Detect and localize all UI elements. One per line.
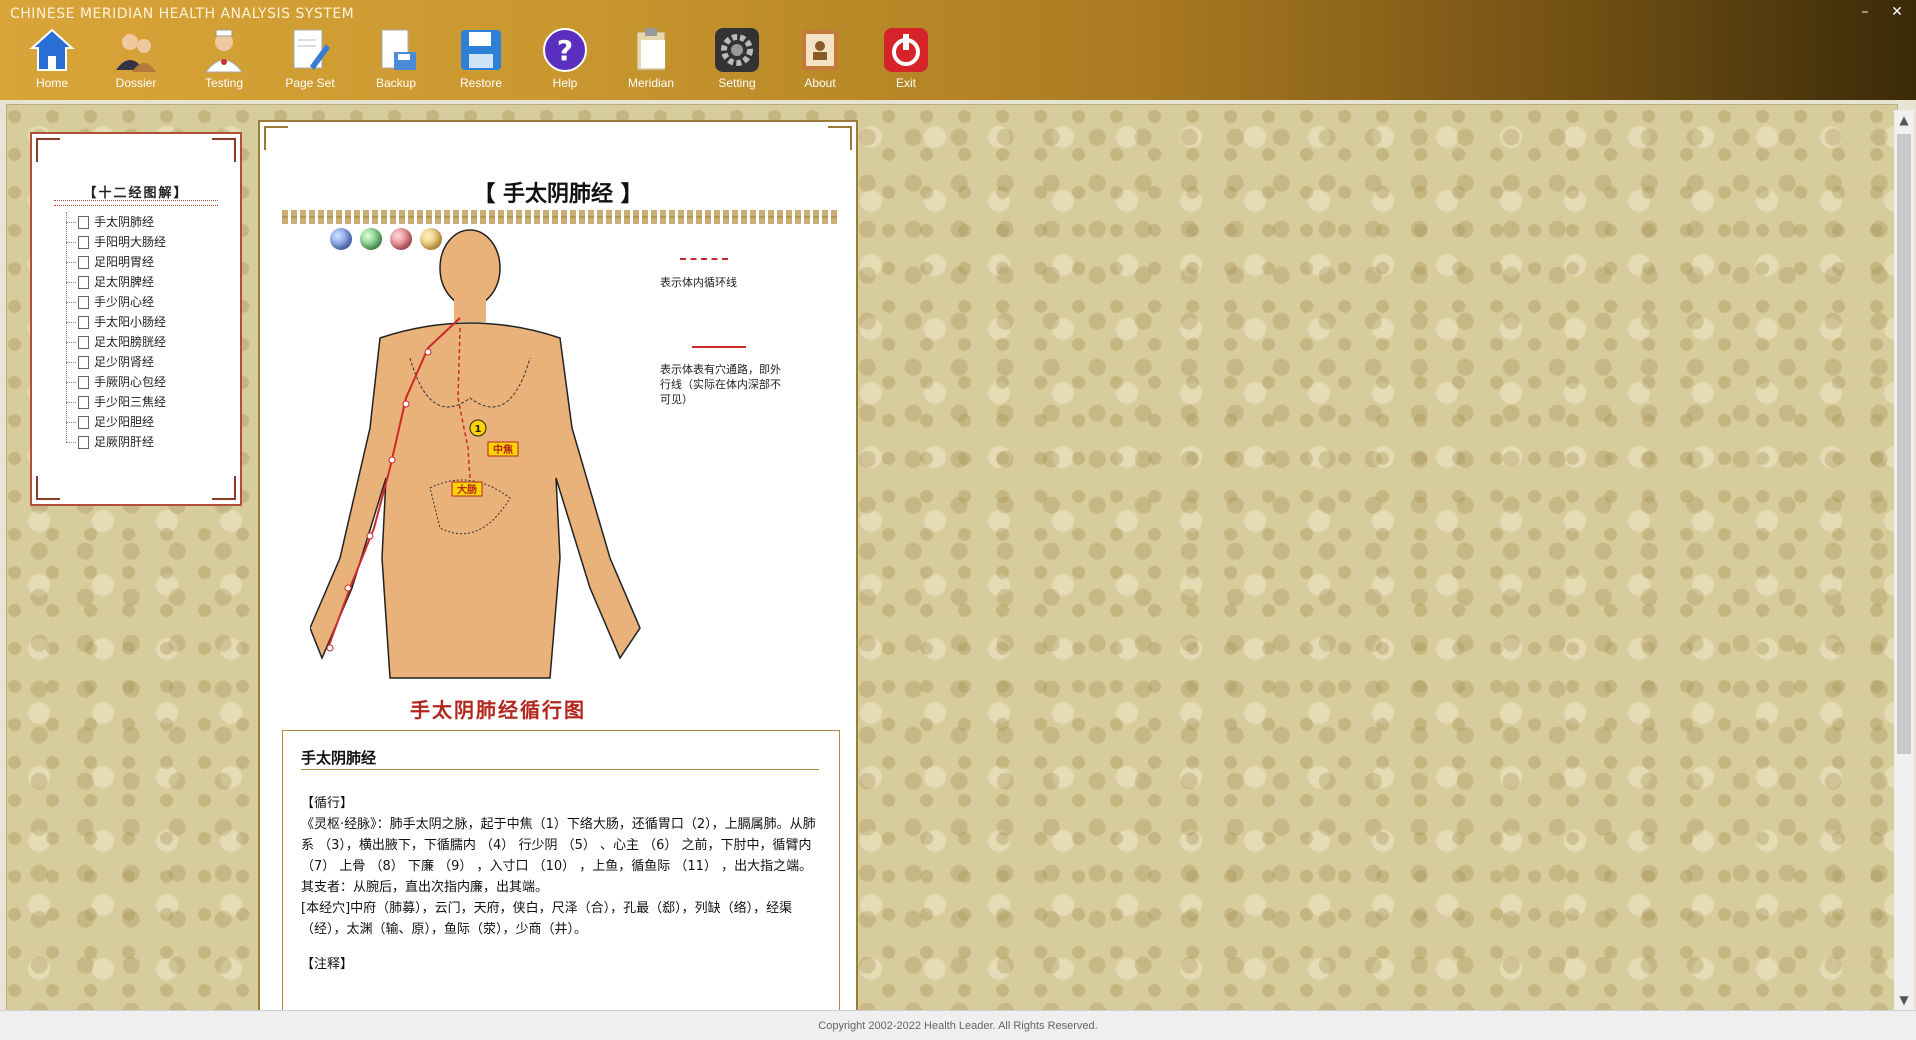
help-label: Help <box>552 76 578 90</box>
close-window-button[interactable]: ✕ <box>1884 4 1910 22</box>
tree-item-meridian[interactable]: 手厥阴心包经 <box>66 372 166 392</box>
divider <box>301 769 819 770</box>
page-edit-icon <box>286 26 334 74</box>
title-bar: CHINESE MERIDIAN HEALTH ANALYSIS SYSTEM … <box>0 0 1916 100</box>
scroll-up-arrow-icon[interactable]: ▲ <box>1894 110 1914 130</box>
tree-item-meridian[interactable]: 足太阴脾经 <box>66 272 166 292</box>
document-icon <box>78 376 89 389</box>
home-label: Home <box>35 76 68 90</box>
legend-dashed-text: 表示体内循环线 <box>660 276 737 289</box>
description-title: 手太阴肺经 <box>301 749 377 767</box>
tree-item-meridian[interactable]: 手阳明大肠经 <box>66 232 166 252</box>
document-icon <box>78 316 89 329</box>
meridian-body-figure: 1 中焦 大肠 <box>309 228 670 712</box>
svg-text:?: ? <box>557 34 573 67</box>
page-set-label: Page Set <box>285 76 335 90</box>
meridian-button[interactable]: Meridian <box>611 26 691 98</box>
section-heading: 【循行】 <box>301 796 354 811</box>
setting-label: Setting <box>718 76 756 90</box>
meridian-detail-panel: 【 手太阴肺经 】 1 中焦 大肠 表示体内循环线 表示体表有穴通路，即外行线（… <box>258 120 858 1014</box>
tree-item-meridian[interactable]: 手少阳三焦经 <box>66 392 166 412</box>
dossier-button[interactable]: Dossier <box>96 26 176 98</box>
app-title: CHINESE MERIDIAN HEALTH ANALYSIS SYSTEM <box>10 6 355 22</box>
figure-caption: 手太阴肺经循行图 <box>410 698 586 722</box>
restore-button[interactable]: Restore <box>441 26 521 98</box>
description-body: 【循行】 《灵枢·经脉》：肺手太阴之脉，起于中焦（1）下络大肠，还循胃口（2），… <box>301 793 821 975</box>
meridian-tree: 手太阴肺经 手阳明大肠经 足阳明胃经 足太阴脾经 手少阴心经 手太阳小肠经 足太… <box>66 212 166 452</box>
users-icon <box>112 26 160 74</box>
section-heading: 【注释】 <box>301 957 354 972</box>
backup-label: Backup <box>375 76 417 90</box>
save-icon <box>457 26 505 74</box>
restore-label: Restore <box>459 76 503 90</box>
home-button[interactable]: Home <box>12 26 92 98</box>
exit-label: Exit <box>895 76 916 90</box>
meridian-description-box: 手太阴肺经 【循行】 《灵枢·经脉》：肺手太阴之脉，起于中焦（1）下络大肠，还循… <box>282 730 840 1012</box>
gear-icon <box>713 26 761 74</box>
scroll-thumb[interactable] <box>1897 134 1911 754</box>
clipboard-icon <box>627 26 675 74</box>
document-icon <box>78 236 89 249</box>
page-set-button[interactable]: Page Set <box>270 26 350 98</box>
dossier-label: Dossier <box>115 76 157 90</box>
tree-item-meridian[interactable]: 手太阴肺经 <box>66 212 166 232</box>
meridian-nav-panel: 【十二经图解】 手太阴肺经 手阳明大肠经 足阳明胃经 足太阴脾经 手少阴心经 手… <box>30 132 242 506</box>
dachang-label: 大肠 <box>457 483 477 496</box>
help-button[interactable]: ? Help <box>525 26 605 98</box>
testing-label: Testing <box>204 76 244 90</box>
decorative-border <box>282 216 838 224</box>
tree-item-meridian[interactable]: 足阳明胃经 <box>66 252 166 272</box>
frame-corner <box>828 126 852 150</box>
tree-item-meridian[interactable]: 手少阴心经 <box>66 292 166 312</box>
meridian-label: Meridian <box>627 76 675 90</box>
page-title: 【 手太阴肺经 】 <box>473 182 643 207</box>
tree-item-meridian[interactable]: 足少阳胆经 <box>66 412 166 432</box>
document-icon <box>78 276 89 289</box>
document-icon <box>78 256 89 269</box>
backup-icon <box>372 26 420 74</box>
paragraph: 《灵枢·经脉》：肺手太阴之脉，起于中焦（1）下络大肠，还循胃口（2），上膈属肺。… <box>301 817 816 874</box>
paragraph: [本经穴]中府（肺募），云门，天府，侠白，尺泽（合），孔最（郄），列缺（络），经… <box>301 901 793 937</box>
frame-corner <box>212 138 236 162</box>
help-icon: ? <box>541 26 589 74</box>
footer: Copyright 2002-2022 Health Leader. All R… <box>0 1010 1916 1040</box>
document-icon <box>78 336 89 349</box>
backup-button[interactable]: Backup <box>356 26 436 98</box>
legend-dashed-line <box>680 258 728 260</box>
tree-item-meridian[interactable]: 足少阴肾经 <box>66 352 166 372</box>
legend-solid-line <box>692 346 746 348</box>
document-icon <box>78 436 89 449</box>
point-number-label: 1 <box>475 424 482 435</box>
document-icon <box>78 416 89 429</box>
vertical-scrollbar[interactable]: ▲ ▼ <box>1894 110 1914 1010</box>
tree-item-meridian[interactable]: 手太阳小肠经 <box>66 312 166 332</box>
about-label: About <box>804 76 836 90</box>
about-button[interactable]: About <box>780 26 860 98</box>
document-icon <box>78 216 89 229</box>
legend-solid-text: 表示体表有穴通路，即外行线（实际在体内深部不可见） <box>660 363 781 406</box>
zhongjiao-label: 中焦 <box>493 443 513 456</box>
document-icon <box>78 356 89 369</box>
testing-button[interactable]: Testing <box>184 26 264 98</box>
tree-item-meridian[interactable]: 足太阳膀胱经 <box>66 332 166 352</box>
about-icon <box>796 26 844 74</box>
exit-button[interactable]: Exit <box>866 26 946 98</box>
doctor-icon <box>200 26 248 74</box>
minimize-button[interactable]: – <box>1852 4 1878 22</box>
nav-panel-title: 【十二经图解】 <box>83 186 189 201</box>
paragraph: 其支者：从腕后，直出次指内廉，出其端。 <box>301 880 549 895</box>
home-icon <box>28 26 76 74</box>
setting-button[interactable]: Setting <box>697 26 777 98</box>
scroll-down-arrow-icon[interactable]: ▼ <box>1894 990 1914 1010</box>
frame-corner <box>264 126 288 150</box>
power-icon <box>882 26 930 74</box>
frame-corner <box>36 138 60 162</box>
divider <box>54 200 218 206</box>
document-icon <box>78 396 89 409</box>
frame-corner <box>36 476 60 500</box>
frame-corner <box>212 476 236 500</box>
copyright-text: Copyright 2002-2022 Health Leader. All R… <box>818 1020 1098 1032</box>
document-icon <box>78 296 89 309</box>
tree-item-meridian[interactable]: 足厥阴肝经 <box>66 432 166 452</box>
